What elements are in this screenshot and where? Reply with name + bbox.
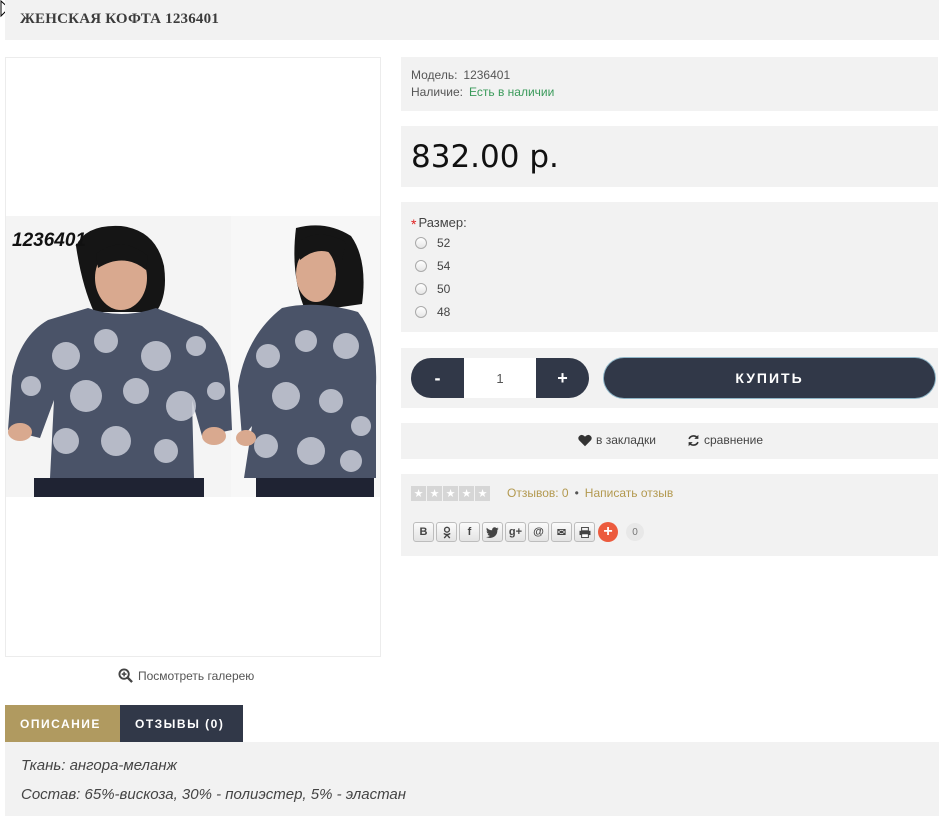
review-links: Отзывов: 0 • Написать отзыв xyxy=(507,486,673,500)
size-option-48[interactable]: 48 xyxy=(415,305,450,319)
vk-share-button[interactable]: В xyxy=(413,522,434,542)
model-row: Модель: 1236401 xyxy=(411,68,510,82)
twitter-bird-icon xyxy=(486,526,499,538)
mailru-share-button[interactable]: @ xyxy=(528,522,549,542)
star-empty-icon: ★ xyxy=(427,486,442,501)
wishlist-label: в закладки xyxy=(596,433,656,447)
star-empty-icon: ★ xyxy=(411,486,426,501)
twitter-share-button[interactable] xyxy=(482,522,503,542)
star-empty-icon: ★ xyxy=(443,486,458,501)
photo-code-label: 1236401 xyxy=(12,230,86,251)
size-radio[interactable] xyxy=(415,237,427,249)
quantity-stepper: - + xyxy=(411,358,589,398)
wishlist-compare-panel: в закладки сравнение xyxy=(401,423,938,459)
page-title: ЖЕНСКАЯ КОФТА 1236401 xyxy=(20,11,220,27)
model-label: Модель: xyxy=(411,68,458,82)
share-count: 0 xyxy=(626,523,644,541)
description-line: Состав: 65%-вискоза, 30% - полиэстер, 5%… xyxy=(21,786,407,803)
size-radio[interactable] xyxy=(415,283,427,295)
tab-description[interactable]: ОПИСАНИЕ xyxy=(5,705,120,742)
size-option-label: 50 xyxy=(437,282,451,296)
price-panel: 832.00 р. xyxy=(401,126,938,187)
rating-stars: ★ ★ ★ ★ ★ xyxy=(411,486,490,501)
odnoklassniki-share-button[interactable] xyxy=(436,522,457,542)
size-option-label: 52 xyxy=(437,236,451,250)
email-share-button[interactable]: ✉ xyxy=(551,522,572,542)
stock-label: Наличие: xyxy=(411,85,464,99)
size-option-label: 48 xyxy=(437,305,451,319)
view-gallery-link[interactable]: Посмотреть галерею xyxy=(118,668,254,683)
more-share-button[interactable]: + xyxy=(598,522,618,542)
reviews-share-panel: ★ ★ ★ ★ ★ Отзывов: 0 • Написать отзыв В … xyxy=(401,474,938,556)
size-label: * Размер: xyxy=(411,215,467,232)
buy-button[interactable]: КУПИТЬ xyxy=(604,358,935,398)
quantity-input[interactable] xyxy=(464,358,536,398)
description-panel: Ткань: ангора-меланж Состав: 65%-вискоза… xyxy=(5,742,939,816)
heart-icon xyxy=(578,434,592,446)
description-line: Ткань: ангора-меланж xyxy=(21,757,177,774)
product-info-panel: Модель: 1236401 Наличие: Есть в наличии xyxy=(401,57,938,111)
product-photo[interactable]: 1236401 xyxy=(6,216,380,497)
star-empty-icon: ★ xyxy=(459,486,474,501)
product-image-container[interactable]: 1236401 xyxy=(5,57,381,657)
write-review-link[interactable]: Написать отзыв xyxy=(585,486,673,500)
size-option-50[interactable]: 50 xyxy=(415,282,450,296)
size-option-52[interactable]: 52 xyxy=(415,236,450,250)
size-label-text: Размер: xyxy=(418,215,467,230)
reviews-count-link[interactable]: Отзывов: 0 xyxy=(507,486,569,500)
product-tabs: ОПИСАНИЕ ОТЗЫВЫ (0) xyxy=(5,705,243,742)
size-radio[interactable] xyxy=(415,306,427,318)
quantity-increase-button[interactable]: + xyxy=(536,358,589,398)
printer-icon xyxy=(579,526,590,538)
odnoklassniki-icon xyxy=(442,526,451,539)
size-option-label: 54 xyxy=(437,259,451,273)
stock-status: Есть в наличии xyxy=(469,85,555,99)
product-price: 832.00 р. xyxy=(411,139,559,175)
required-marker: * xyxy=(411,216,417,232)
print-button[interactable] xyxy=(574,522,595,542)
title-bar: ЖЕНСКАЯ КОФТА 1236401 xyxy=(5,0,939,40)
add-to-compare-link[interactable]: сравнение xyxy=(687,433,763,447)
facebook-share-button[interactable]: f xyxy=(459,522,480,542)
view-gallery-label: Посмотреть галерею xyxy=(138,668,255,683)
quantity-decrease-button[interactable]: - xyxy=(411,358,464,398)
zoom-in-icon xyxy=(118,668,133,683)
model-value: 1236401 xyxy=(463,68,511,82)
refresh-icon xyxy=(688,434,699,446)
tab-reviews[interactable]: ОТЗЫВЫ (0) xyxy=(120,705,243,742)
separator-dot: • xyxy=(574,486,579,500)
star-empty-icon: ★ xyxy=(475,486,490,501)
compare-label: сравнение xyxy=(704,433,764,447)
google-plus-share-button[interactable]: g+ xyxy=(505,522,526,542)
share-buttons: В f g+ @ ✉ + 0 xyxy=(413,522,644,542)
size-options-panel: * Размер: 52 54 50 48 xyxy=(401,202,938,332)
add-to-wishlist-link[interactable]: в закладки xyxy=(578,433,656,447)
size-option-54[interactable]: 54 xyxy=(415,259,450,273)
stock-row: Наличие: Есть в наличии xyxy=(411,85,554,99)
size-radio[interactable] xyxy=(415,260,427,272)
purchase-panel: - + КУПИТЬ xyxy=(401,348,938,408)
